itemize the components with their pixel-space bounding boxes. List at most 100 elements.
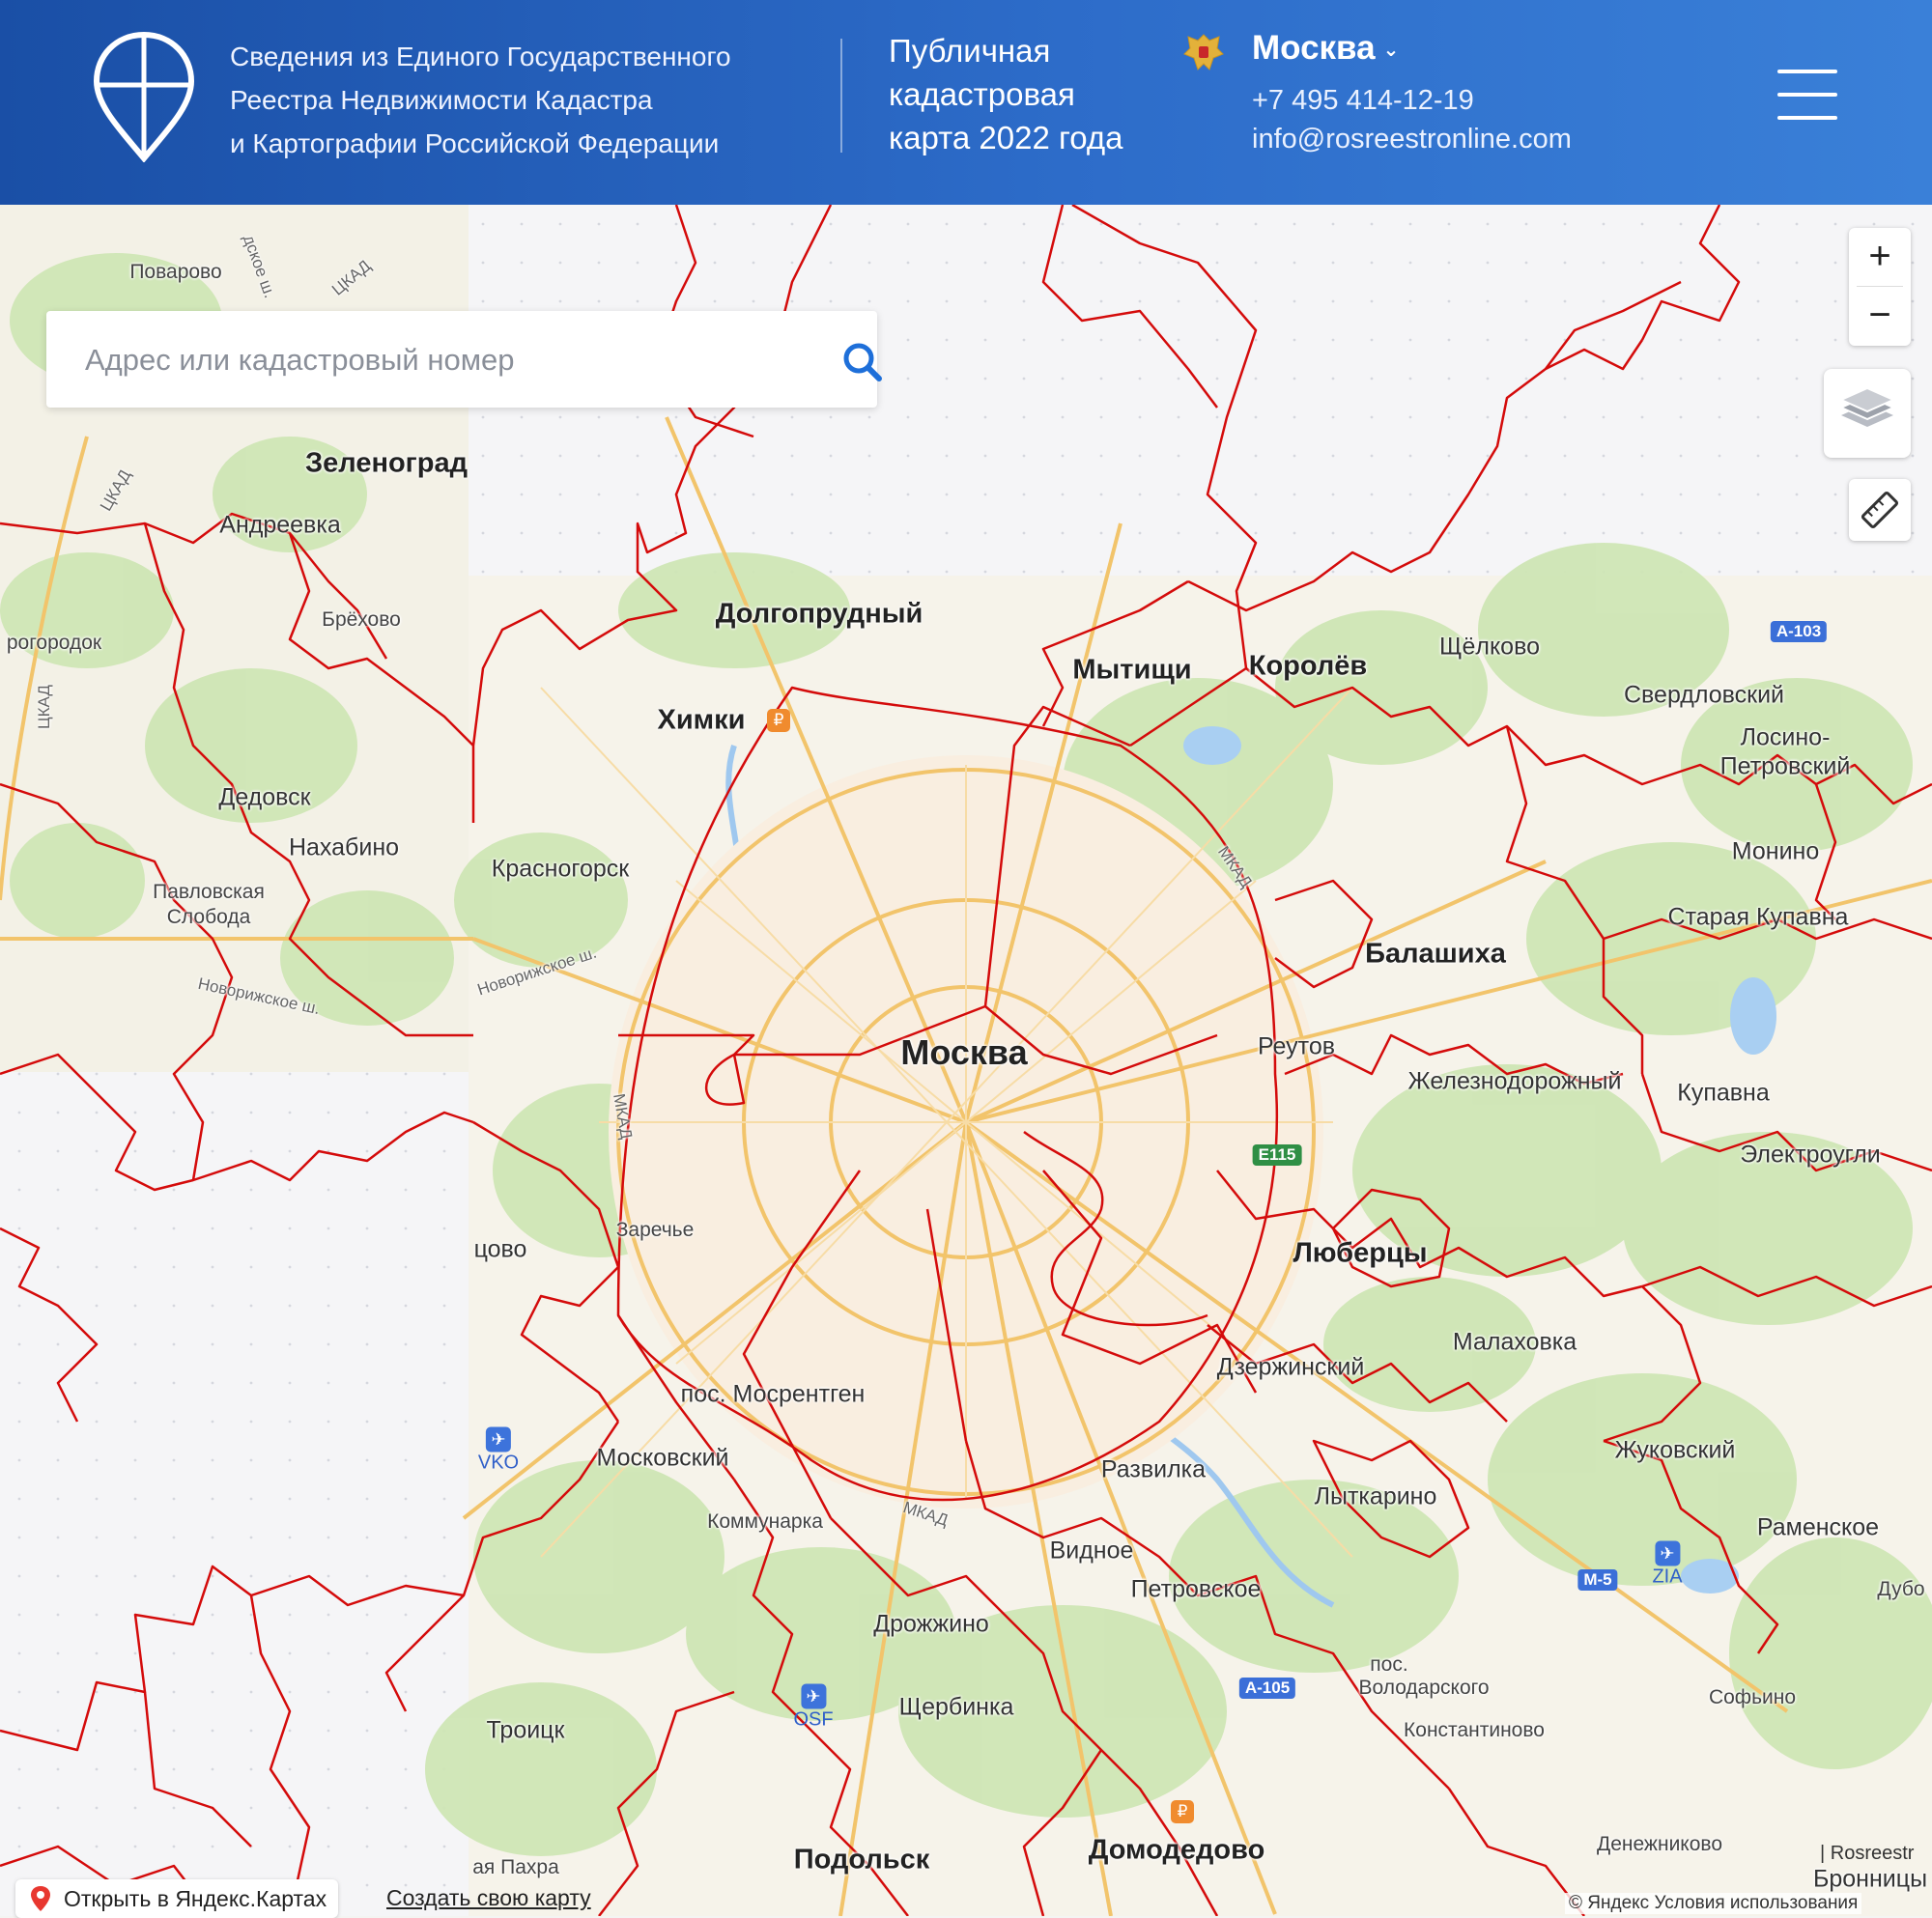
small-label: Володарского xyxy=(1358,1677,1490,1699)
town-label: Поварово xyxy=(129,261,222,283)
registry-line: Реестра Недвижимости Кадастра xyxy=(230,85,653,115)
railway-station-icon[interactable]: ₽ xyxy=(767,709,790,732)
zoom-control: + − xyxy=(1849,228,1911,346)
ruler-button[interactable] xyxy=(1849,479,1911,541)
small-label: Денежниково xyxy=(1596,1833,1723,1855)
town-label: Железнодорожный xyxy=(1407,1067,1622,1095)
coat-of-arms-icon xyxy=(1183,34,1224,71)
zoom-in-button[interactable]: + xyxy=(1849,228,1911,287)
page-title: Публичная кадастровая карта 2022 года xyxy=(889,29,1123,159)
road-badge: A-103 xyxy=(1770,621,1828,642)
title-line: карта 2022 года xyxy=(889,120,1123,155)
phone-link[interactable]: +7 495 414-12-19 xyxy=(1252,85,1474,117)
search-box xyxy=(46,311,882,408)
city-label: Зеленоград xyxy=(304,447,469,479)
search-input[interactable] xyxy=(83,334,782,386)
town-label: Петровский xyxy=(1719,752,1851,780)
town-label: Купавна xyxy=(1677,1079,1770,1107)
airport-marker[interactable]: ✈ OSF xyxy=(793,1683,834,1732)
airplane-icon: ✈ xyxy=(1655,1540,1680,1566)
small-label: рогородок xyxy=(6,632,102,654)
town-label: Петровское xyxy=(1130,1575,1262,1603)
layers-button[interactable] xyxy=(1824,369,1911,458)
map-pin-icon xyxy=(31,1886,50,1911)
registry-line: Сведения из Единого Государственного xyxy=(230,42,731,71)
copyright-text[interactable]: © Яндекс Условия использования xyxy=(1565,1893,1862,1914)
logo-icon[interactable] xyxy=(93,31,195,162)
title-line: Публичная xyxy=(889,33,1051,69)
registry-line: и Картографии Российской Федерации xyxy=(230,128,720,158)
town-label: Щёлково xyxy=(1439,633,1540,661)
layers-icon xyxy=(1838,386,1896,427)
town-label: Лосино- xyxy=(1740,723,1831,751)
site-header: Сведения из Единого Государственного Рее… xyxy=(0,0,1932,205)
small-label: Коммунарка xyxy=(707,1510,823,1533)
road-badge: M-5 xyxy=(1577,1569,1618,1591)
town-label: Андреевка xyxy=(219,511,341,539)
city-name: Москва xyxy=(1252,29,1376,67)
email-link[interactable]: info@rosreestronline.com xyxy=(1252,124,1572,155)
header-divider xyxy=(840,39,842,153)
create-map-link[interactable]: Создать свою карту xyxy=(386,1885,591,1911)
town-label: Раменское xyxy=(1756,1513,1880,1541)
small-label: пос. xyxy=(1370,1653,1408,1676)
city-label: Балашиха xyxy=(1365,938,1506,970)
town-label: Монино xyxy=(1731,837,1820,865)
small-label: Заречье xyxy=(615,1219,695,1241)
city-label: Люберцы xyxy=(1293,1237,1428,1269)
ruler-icon xyxy=(1861,491,1899,529)
town-label: Софьино xyxy=(1708,1686,1797,1708)
open-in-yandex-label: Открыть в Яндекс.Картах xyxy=(64,1886,327,1911)
road-badge: A-105 xyxy=(1238,1678,1296,1699)
airport-marker[interactable]: ✈ ZIA xyxy=(1652,1540,1683,1589)
town-label: Дзержинский xyxy=(1216,1353,1365,1381)
hamburger-icon xyxy=(1777,70,1837,73)
city-label: Долгопрудный xyxy=(715,598,923,630)
town-label: Свердловский xyxy=(1623,681,1785,709)
town-label: Бронницы xyxy=(1812,1865,1928,1893)
menu-button[interactable] xyxy=(1777,70,1837,122)
town-label: Лыткарино xyxy=(1314,1482,1437,1510)
town-label: Дрожжино xyxy=(873,1610,989,1638)
map-attribution: | Rosreestr xyxy=(1820,1843,1915,1864)
town-label: Развилка xyxy=(1100,1455,1207,1483)
airport-code: ZIA xyxy=(1652,1565,1683,1588)
road-label: ЦКАД xyxy=(35,685,53,729)
town-label: Жуковский xyxy=(1614,1436,1736,1464)
town-label: цово xyxy=(473,1235,527,1263)
town-label: Красногорск xyxy=(491,855,630,883)
registry-description: Сведения из Единого Государственного Рее… xyxy=(230,35,810,165)
small-label: ая Пахра xyxy=(472,1856,559,1878)
chevron-down-icon: ⌄ xyxy=(1382,40,1400,62)
open-in-yandex-button[interactable]: Открыть в Яндекс.Картах xyxy=(15,1879,339,1918)
city-label: Королёв xyxy=(1248,650,1368,682)
airplane-icon: ✈ xyxy=(801,1683,826,1709)
town-label: Брёхово xyxy=(322,608,401,631)
search-icon[interactable] xyxy=(840,340,883,382)
attribution-text: Rosreestr xyxy=(1830,1843,1915,1864)
town-label: Старая Купавна xyxy=(1667,903,1849,931)
railway-station-icon[interactable]: ₽ xyxy=(1171,1800,1194,1823)
city-label: Химки xyxy=(657,704,746,736)
city-label: Мытищи xyxy=(1072,654,1192,686)
town-label: Нахабино xyxy=(288,833,400,861)
town-label: Реутов xyxy=(1257,1032,1336,1060)
title-line: кадастровая xyxy=(889,76,1075,112)
town-label: Видное xyxy=(1049,1537,1134,1565)
town-label: Дедовск xyxy=(218,783,311,811)
airport-marker[interactable]: ✈ VKO xyxy=(478,1426,519,1475)
small-label: Павловская xyxy=(153,881,265,903)
town-label: Константиново xyxy=(1404,1719,1545,1741)
city-selector[interactable]: Москва ⌄ xyxy=(1252,29,1399,68)
town-label: Электроугли xyxy=(1740,1141,1881,1169)
city-label: Подольск xyxy=(793,1844,930,1876)
zoom-out-button[interactable]: − xyxy=(1849,287,1911,346)
small-label: Слобода xyxy=(166,906,251,928)
airport-code: OSF xyxy=(793,1708,834,1731)
town-label: Московский xyxy=(596,1444,729,1472)
road-badge: E115 xyxy=(1252,1144,1302,1166)
town-label: Малаховка xyxy=(1452,1328,1577,1356)
city-label: Домодедово xyxy=(1088,1834,1265,1866)
cadastral-map[interactable]: Москва Зеленоград Долгопрудный Химки Мыт… xyxy=(0,205,1932,1916)
capital-label: Москва xyxy=(900,1032,1028,1072)
